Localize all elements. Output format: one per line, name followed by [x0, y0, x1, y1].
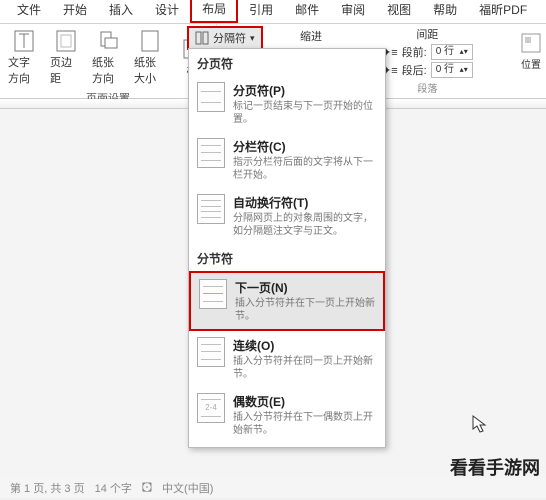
- orientation-icon: [98, 30, 118, 52]
- text-wrap-icon: [197, 194, 225, 224]
- page-break-item[interactable]: 分页符(P) 标记一页结束与下一页开始的位置。: [189, 76, 385, 132]
- watermark-text: 看看手游网: [450, 454, 540, 480]
- text-direction-label: 文字方向: [8, 54, 40, 86]
- next-page-icon: [199, 279, 227, 309]
- size-icon: [140, 30, 160, 52]
- next-page-item[interactable]: 下一页(N) 插入分节符并在下一页上开始新节。: [189, 271, 385, 331]
- margins-icon: [56, 30, 76, 52]
- orientation-button[interactable]: 纸张方向: [90, 28, 126, 88]
- column-break-name: 分栏符(C): [233, 138, 377, 155]
- status-page-info: 第 1 页, 共 3 页: [10, 480, 85, 496]
- column-break-item[interactable]: 分栏符(C) 指示分栏符后面的文字将从下一栏开始。: [189, 132, 385, 188]
- page-break-desc: 标记一页结束与下一页开始的位置。: [233, 100, 377, 126]
- tab-foxit[interactable]: 福昕PDF: [468, 0, 538, 23]
- text-wrap-item[interactable]: 自动换行符(T) 分隔网页上的对象周围的文字，如分隔题注文字与正文。: [189, 188, 385, 244]
- position-icon[interactable]: [520, 32, 542, 54]
- indent-group-label: 缩进: [300, 28, 322, 44]
- even-page-icon: 2-4: [197, 393, 225, 423]
- column-break-icon: [197, 138, 225, 168]
- text-direction-icon: [14, 30, 34, 52]
- tab-insert[interactable]: 插入: [98, 0, 144, 23]
- breaks-dropdown-menu: 分页符 分页符(P) 标记一页结束与下一页开始的位置。 分栏符(C) 指示分栏符…: [188, 48, 386, 448]
- margins-label: 页边距: [50, 54, 82, 86]
- next-page-desc: 插入分节符并在下一页上开始新节。: [235, 297, 375, 323]
- tab-file[interactable]: 文件: [6, 0, 52, 23]
- tab-layout[interactable]: 布局: [190, 0, 238, 23]
- tab-review[interactable]: 审阅: [330, 0, 376, 23]
- chevron-down-icon: ▾: [250, 33, 255, 44]
- orientation-label: 纸张方向: [92, 54, 124, 86]
- continuous-icon: [197, 337, 225, 367]
- spacing-group: 间距 ✦≡ 段前: 0 行▴▾ ✦≡ 段后: 0 行▴▾ 段落: [382, 26, 473, 95]
- continuous-desc: 插入分节符并在同一页上开始新节。: [233, 355, 377, 381]
- spacing-before-input[interactable]: 0 行▴▾: [431, 44, 473, 60]
- page-break-name: 分页符(P): [233, 82, 377, 99]
- page-break-icon: [197, 82, 225, 112]
- column-break-desc: 指示分栏符后面的文字将从下一栏开始。: [233, 156, 377, 182]
- mouse-cursor-icon: [472, 415, 488, 440]
- tab-help[interactable]: 帮助: [422, 0, 468, 23]
- breaks-label: 分隔符: [213, 30, 246, 46]
- margins-button[interactable]: 页边距: [48, 28, 84, 88]
- continuous-name: 连续(O): [233, 337, 377, 354]
- status-word-count: 14 个字: [95, 480, 132, 496]
- tab-mail[interactable]: 邮件: [284, 0, 330, 23]
- spacing-after-input[interactable]: 0 行▴▾: [431, 62, 473, 78]
- size-label: 纸张大小: [134, 54, 166, 86]
- text-wrap-desc: 分隔网页上的对象周围的文字，如分隔题注文字与正文。: [233, 212, 377, 238]
- text-direction-button[interactable]: 文字方向: [6, 28, 42, 88]
- status-language: 中文(中国): [162, 480, 213, 496]
- next-page-name: 下一页(N): [235, 279, 375, 296]
- status-language-icon: 🖸: [142, 479, 152, 498]
- even-page-item[interactable]: 2-4 偶数页(E) 插入分节符并在下一偶数页上开始新节。: [189, 387, 385, 443]
- text-wrap-name: 自动换行符(T): [233, 194, 377, 211]
- paragraph-group-label: 段落: [382, 80, 473, 95]
- spacing-before-label: 段前:: [402, 44, 427, 60]
- tab-home[interactable]: 开始: [52, 0, 98, 23]
- spacing-after-label: 段后:: [402, 62, 427, 78]
- even-page-name: 偶数页(E): [233, 393, 377, 410]
- tab-references[interactable]: 引用: [238, 0, 284, 23]
- tab-view[interactable]: 视图: [376, 0, 422, 23]
- status-bar: 第 1 页, 共 3 页 14 个字 🖸 中文(中国): [0, 478, 546, 498]
- breaks-dropdown-button[interactable]: 分隔符 ▾: [187, 26, 263, 50]
- size-button[interactable]: 纸张大小: [132, 28, 168, 88]
- page-breaks-header: 分页符: [189, 49, 385, 76]
- spacing-group-label: 间距: [382, 26, 473, 42]
- section-breaks-header: 分节符: [189, 244, 385, 271]
- continuous-item[interactable]: 连续(O) 插入分节符并在同一页上开始新节。: [189, 331, 385, 387]
- position-label: 位置: [521, 56, 541, 71]
- even-page-desc: 插入分节符并在下一偶数页上开始新节。: [233, 411, 377, 437]
- breaks-icon: [195, 31, 209, 45]
- ribbon-tabs: 文件 开始 插入 设计 布局 引用 邮件 审阅 视图 帮助 福昕PDF: [0, 0, 546, 24]
- tab-design[interactable]: 设计: [144, 0, 190, 23]
